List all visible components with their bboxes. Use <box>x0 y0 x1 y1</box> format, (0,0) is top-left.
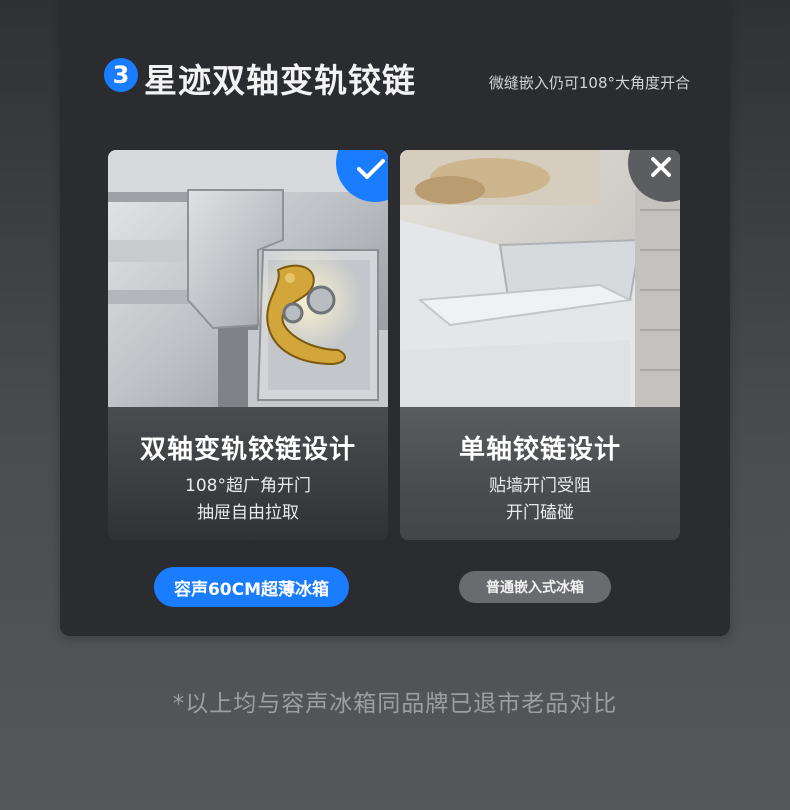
panel-drawback-1: 贴墙开门受阻 <box>489 476 591 496</box>
comparison-footnote: *以上均与容声冰箱同品牌已退市老品对比 <box>172 691 618 717</box>
product-tag-ordinary: 普通嵌入式冰箱 <box>459 571 611 603</box>
feature-card: 3 星迹双轴变轨铰链 微缝嵌入仍可108°大角度开合 双轴变轨铰链设计 108°… <box>60 0 730 636</box>
panel-benefit-2: 抽屉自由拉取 <box>197 503 299 523</box>
panel-title: 双轴变轨铰链设计 <box>139 435 356 465</box>
panel-caption: 双轴变轨铰链设计 108°超广角开门 抽屉自由拉取 <box>108 407 388 540</box>
step-number-badge: 3 <box>104 58 138 92</box>
comparison-panel-old: 单轴铰链设计 贴墙开门受阻 开门磕碰 <box>400 150 680 540</box>
feature-header: 3 星迹双轴变轨铰链 微缝嵌入仍可108°大角度开合 <box>104 52 694 102</box>
checkmark-icon <box>357 159 385 179</box>
panel-title: 单轴铰链设计 <box>458 435 621 465</box>
feature-title: 星迹双轴变轨铰链 <box>144 61 416 100</box>
cross-icon <box>651 157 671 177</box>
feature-subtitle: 微缝嵌入仍可108°大角度开合 <box>488 74 690 92</box>
comparison-panel-new: 双轴变轨铰链设计 108°超广角开门 抽屉自由拉取 <box>108 150 388 540</box>
product-tag-rongsheng: 容声60CM超薄冰箱 <box>154 567 349 607</box>
panel-caption: 单轴铰链设计 贴墙开门受阻 开门磕碰 <box>400 407 680 540</box>
panel-drawback-2: 开门磕碰 <box>506 503 574 523</box>
panel-benefit-1: 108°超广角开门 <box>185 476 311 496</box>
